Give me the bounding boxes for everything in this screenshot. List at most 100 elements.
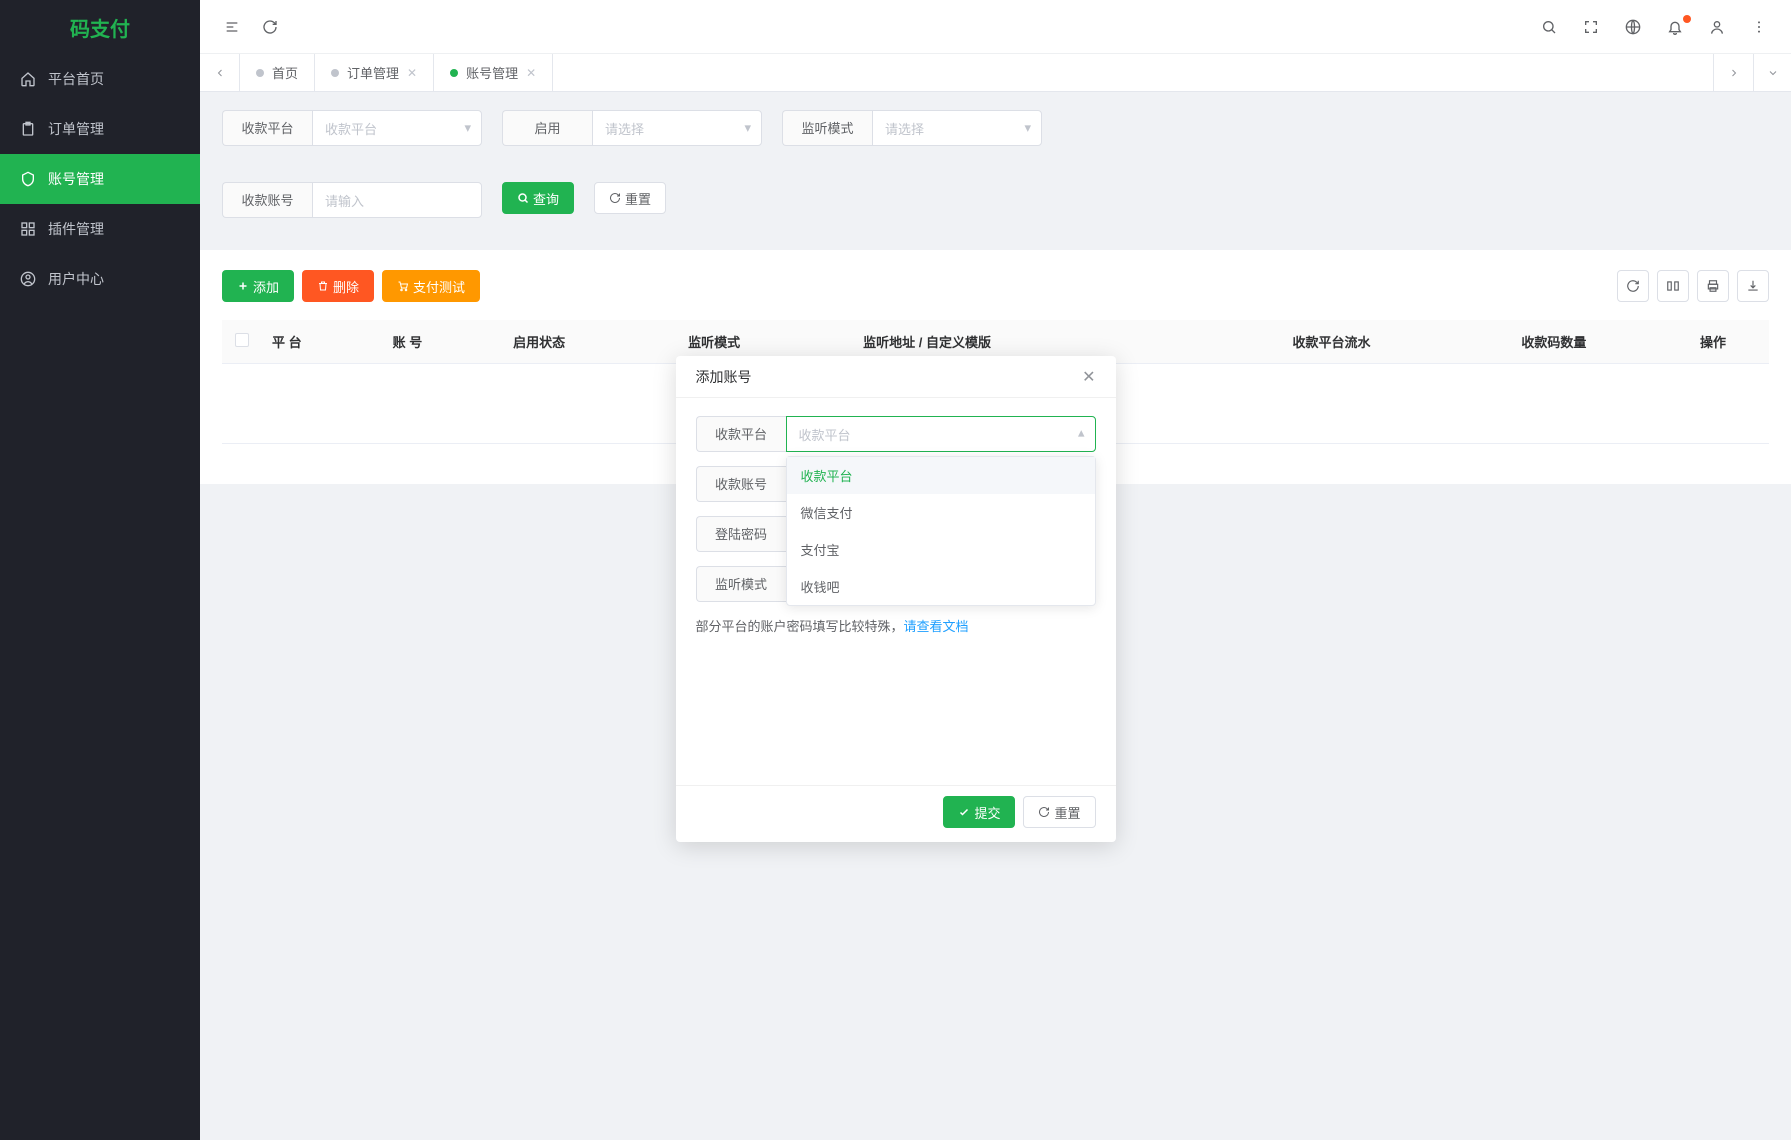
button-label: 查询 bbox=[533, 189, 559, 208]
nav-home[interactable]: 平台首页 bbox=[0, 54, 200, 104]
filter-panel: 收款平台 收款平台 ▾ 启用 请选择 ▾ 监听模式 请选择 bbox=[200, 92, 1791, 236]
shield-icon bbox=[20, 171, 36, 187]
col-header: 操作 bbox=[1657, 320, 1769, 364]
nav-label: 用户中心 bbox=[48, 269, 104, 289]
col-header: 账 号 bbox=[383, 320, 504, 364]
close-icon[interactable]: ✕ bbox=[407, 66, 417, 80]
pay-test-button[interactable]: 支付测试 bbox=[382, 270, 480, 302]
reload-button[interactable] bbox=[260, 17, 280, 37]
add-button[interactable]: 添加 bbox=[222, 270, 294, 302]
tabs-next-button[interactable] bbox=[1713, 54, 1753, 91]
dropdown-option[interactable]: 微信支付 bbox=[787, 494, 1095, 531]
collapse-sidebar-button[interactable] bbox=[222, 17, 242, 37]
col-header: 平 台 bbox=[262, 320, 383, 364]
filter-platform-select[interactable]: 收款平台 ▾ bbox=[312, 110, 482, 146]
home-icon bbox=[20, 71, 36, 87]
more-button[interactable] bbox=[1749, 17, 1769, 37]
placeholder-text: 请选择 bbox=[885, 119, 924, 138]
nav-accounts[interactable]: 账号管理 bbox=[0, 154, 200, 204]
placeholder-text: 收款平台 bbox=[799, 425, 851, 444]
globe-button[interactable] bbox=[1623, 17, 1643, 37]
modal-reset-button[interactable]: 重置 bbox=[1023, 796, 1095, 828]
filter-enabled-select[interactable]: 请选择 ▾ bbox=[592, 110, 762, 146]
col-header: 启用状态 bbox=[503, 320, 678, 364]
dropdown-option[interactable]: 收款平台 bbox=[787, 457, 1095, 494]
doc-link[interactable]: 请查看文档 bbox=[904, 619, 969, 634]
placeholder-text: 请选择 bbox=[605, 119, 644, 138]
tab-label: 首页 bbox=[272, 63, 298, 82]
tab-dot-icon bbox=[256, 69, 264, 77]
nav-label: 订单管理 bbox=[48, 119, 104, 139]
tab-orders[interactable]: 订单管理 ✕ bbox=[315, 54, 434, 91]
modal-account-label: 收款账号 bbox=[696, 466, 786, 502]
nav-user-center[interactable]: 用户中心 bbox=[0, 254, 200, 304]
topbar bbox=[200, 0, 1791, 54]
modal-platform-label: 收款平台 bbox=[696, 416, 786, 452]
nav-label: 账号管理 bbox=[48, 169, 104, 189]
tabs-bar: 首页 订单管理 ✕ 账号管理 ✕ bbox=[200, 54, 1791, 92]
modal-platform-select[interactable]: 收款平台 ▾ bbox=[786, 416, 1096, 452]
chevron-down-icon: ▾ bbox=[1024, 120, 1031, 136]
placeholder-text: 收款平台 bbox=[325, 119, 377, 138]
modal-note: 部分平台的账户密码填写比较特殊，请查看文档 bbox=[696, 616, 1096, 635]
tab-accounts[interactable]: 账号管理 ✕ bbox=[434, 54, 553, 91]
button-label: 删除 bbox=[333, 277, 359, 296]
modal-title: 添加账号 bbox=[696, 367, 752, 387]
dropdown-option[interactable]: 支付宝 bbox=[787, 531, 1095, 568]
grid-icon bbox=[20, 221, 36, 237]
export-tool-button[interactable] bbox=[1737, 270, 1769, 302]
button-label: 支付测试 bbox=[413, 277, 465, 296]
modal-password-label: 登陆密码 bbox=[696, 516, 786, 552]
tab-label: 订单管理 bbox=[347, 63, 399, 82]
reset-button[interactable]: 重置 bbox=[594, 182, 666, 214]
nav-orders[interactable]: 订单管理 bbox=[0, 104, 200, 154]
app-logo: 码支付 bbox=[0, 0, 200, 54]
dropdown-option[interactable]: 收钱吧 bbox=[787, 568, 1095, 605]
user-circle-icon bbox=[20, 271, 36, 287]
sidebar: 码支付 平台首页 订单管理 账号管理 插件管理 用户中心 bbox=[0, 0, 200, 1140]
col-header: 收款码数量 bbox=[1451, 320, 1658, 364]
chevron-down-icon: ▾ bbox=[464, 120, 471, 136]
fullscreen-button[interactable] bbox=[1581, 17, 1601, 37]
button-label: 提交 bbox=[974, 803, 1000, 822]
delete-button[interactable]: 删除 bbox=[302, 270, 374, 302]
tab-label: 账号管理 bbox=[466, 63, 518, 82]
platform-dropdown: 收款平台 微信支付 支付宝 收钱吧 bbox=[786, 456, 1096, 606]
filter-enabled-label: 启用 bbox=[502, 110, 592, 146]
tabs-dropdown-button[interactable] bbox=[1753, 54, 1791, 91]
nav-label: 插件管理 bbox=[48, 219, 104, 239]
filter-monitor-label: 监听模式 bbox=[782, 110, 872, 146]
user-menu-button[interactable] bbox=[1707, 17, 1727, 37]
placeholder-text: 请输入 bbox=[325, 191, 364, 210]
search-button[interactable] bbox=[1539, 17, 1559, 37]
modal-monitor-label: 监听模式 bbox=[696, 566, 786, 602]
notification-dot-icon bbox=[1683, 15, 1691, 23]
search-button[interactable]: 查询 bbox=[502, 182, 574, 214]
columns-tool-button[interactable] bbox=[1657, 270, 1689, 302]
chevron-down-icon: ▾ bbox=[744, 120, 751, 136]
nav-plugins[interactable]: 插件管理 bbox=[0, 204, 200, 254]
chevron-up-icon: ▾ bbox=[1078, 426, 1085, 442]
col-header: 收款平台流水 bbox=[1212, 320, 1450, 364]
filter-platform-label: 收款平台 bbox=[222, 110, 312, 146]
tab-dot-icon bbox=[331, 69, 339, 77]
select-all-checkbox[interactable] bbox=[235, 333, 249, 347]
tabs-prev-button[interactable] bbox=[200, 54, 240, 91]
add-account-modal: 添加账号 ✕ 收款平台 收款平台 ▾ 收款平台 微信支付 支付宝 收钱吧 收款账… bbox=[676, 356, 1116, 842]
button-label: 重置 bbox=[625, 189, 651, 208]
close-icon[interactable]: ✕ bbox=[526, 66, 536, 80]
tab-dot-icon bbox=[450, 69, 458, 77]
filter-account-input[interactable]: 请输入 bbox=[312, 182, 482, 218]
refresh-tool-button[interactable] bbox=[1617, 270, 1649, 302]
nav-label: 平台首页 bbox=[48, 69, 104, 89]
filter-monitor-select[interactable]: 请选择 ▾ bbox=[872, 110, 1042, 146]
print-tool-button[interactable] bbox=[1697, 270, 1729, 302]
tab-home[interactable]: 首页 bbox=[240, 54, 315, 91]
notifications-button[interactable] bbox=[1665, 17, 1685, 37]
filter-account-label: 收款账号 bbox=[222, 182, 312, 218]
modal-close-button[interactable]: ✕ bbox=[1082, 367, 1095, 387]
clipboard-icon bbox=[20, 121, 36, 137]
modal-submit-button[interactable]: 提交 bbox=[943, 796, 1015, 828]
note-text: 部分平台的账户密码填写比较特殊， bbox=[696, 619, 904, 634]
button-label: 添加 bbox=[253, 277, 279, 296]
